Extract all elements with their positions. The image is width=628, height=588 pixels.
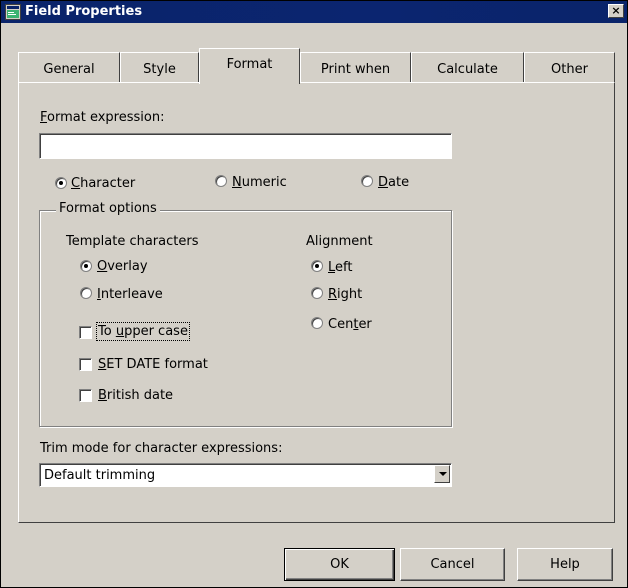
interleave-radio[interactable]	[80, 287, 92, 299]
dropdown-arrow-button[interactable]	[434, 465, 450, 483]
cancel-button[interactable]: Cancel	[400, 548, 505, 581]
center-align-radio[interactable]	[311, 317, 323, 329]
character-radio-label[interactable]: Character	[71, 176, 135, 191]
left-align-radio[interactable]	[311, 260, 323, 272]
numeric-radio[interactable]	[215, 175, 227, 187]
left-align-radio-label[interactable]: Left	[328, 260, 352, 275]
alignment-label: Alignment	[306, 234, 373, 249]
to-upper-case-label[interactable]: To upper case	[96, 322, 190, 341]
format-options-legend: Format options	[56, 201, 160, 216]
set-date-format-label[interactable]: SET DATE format	[98, 357, 208, 372]
overlay-radio-label[interactable]: Overlay	[97, 259, 148, 274]
character-radio[interactable]	[55, 177, 67, 189]
ok-button[interactable]: OK	[284, 548, 395, 581]
overlay-radio[interactable]	[80, 260, 92, 272]
numeric-radio-label[interactable]: Numeric	[232, 175, 287, 190]
set-date-format-checkbox[interactable]	[79, 358, 92, 371]
right-align-radio[interactable]	[311, 287, 323, 299]
template-characters-label: Template characters	[66, 234, 199, 249]
help-button[interactable]: Help	[517, 548, 613, 581]
interleave-radio-label[interactable]: Interleave	[97, 287, 163, 302]
british-date-checkbox[interactable]	[79, 389, 92, 402]
date-radio-label[interactable]: Date	[378, 175, 409, 190]
format-expression-label: Format expression:	[40, 110, 165, 125]
trim-mode-select[interactable]: Default trimming	[39, 463, 452, 487]
field-properties-dialog: Field Properties × General Style Format …	[0, 0, 628, 588]
right-align-radio-label[interactable]: Right	[328, 287, 362, 302]
to-upper-case-checkbox[interactable]	[79, 326, 92, 339]
trim-mode-label: Trim mode for character expressions:	[40, 441, 283, 456]
dropdown-arrow-icon	[439, 472, 447, 476]
format-panel-content: Format expression: Character Numeric Dat…	[1, 1, 627, 587]
center-align-radio-label[interactable]: Center	[328, 317, 372, 332]
trim-mode-value: Default trimming	[44, 468, 156, 483]
date-radio[interactable]	[361, 175, 373, 187]
format-expression-input[interactable]	[39, 133, 452, 159]
british-date-label[interactable]: British date	[98, 388, 173, 403]
